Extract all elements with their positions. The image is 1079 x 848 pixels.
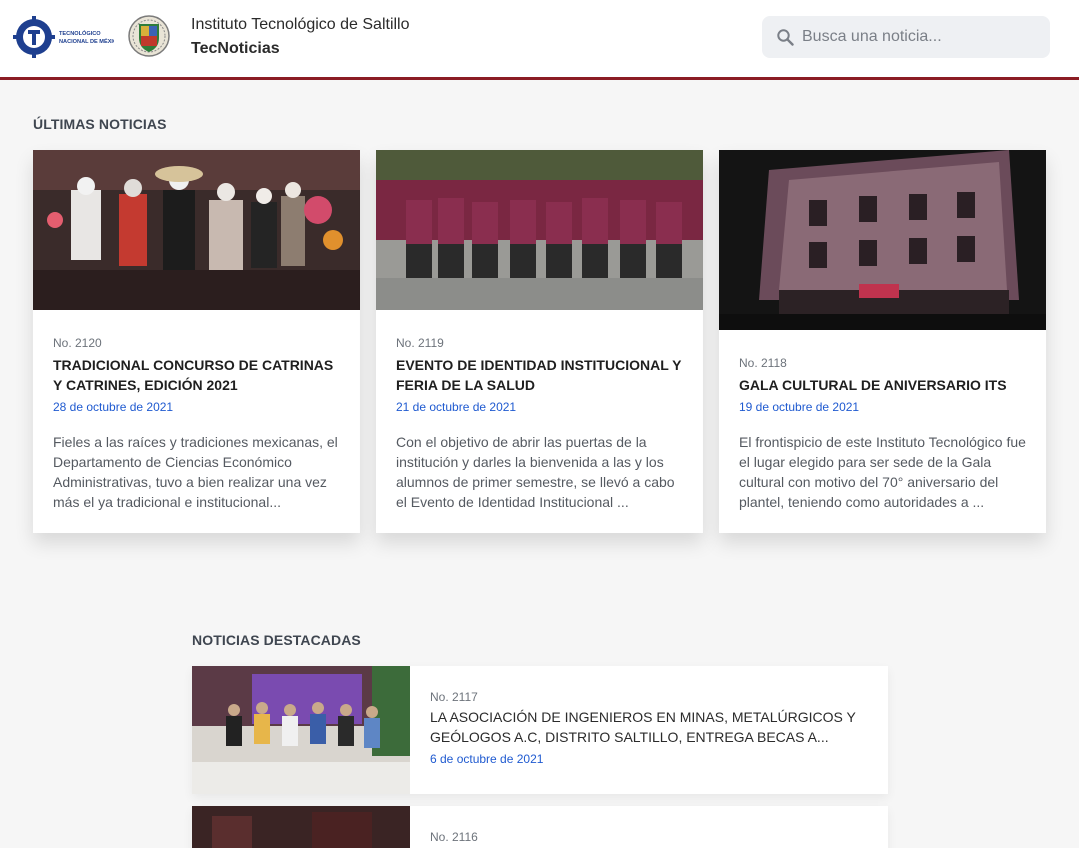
news-date: 21 de octubre de 2021: [396, 400, 517, 414]
news-date: 28 de octubre de 2021: [53, 400, 174, 414]
tecnm-logo[interactable]: TECNOLÓGICO NACIONAL DE MÉXICO: [12, 14, 114, 60]
institution-name: Instituto Tecnológico de Saltillo: [191, 16, 410, 33]
gala-cultural-photo: [719, 150, 1046, 330]
news-title[interactable]: GALA CULTURAL DE ANIVERSARIO ITS: [739, 375, 1028, 395]
site-name[interactable]: TecNoticias: [191, 40, 280, 58]
news-card-image[interactable]: [33, 150, 360, 310]
news-number: No. 2117: [430, 690, 478, 704]
its-shield-logo[interactable]: [128, 14, 170, 58]
news-number: No. 2118: [739, 356, 787, 370]
search-icon: [777, 29, 794, 46]
news-date: 19 de octubre de 2021: [739, 400, 860, 414]
news-card[interactable]: No. 2120 TRADICIONAL CONCURSO DE CATRINA…: [33, 150, 360, 533]
search-box[interactable]: [762, 16, 1050, 58]
catrinas-photo: [33, 150, 360, 310]
news-card-body: No. 2119 EVENTO DE IDENTIDAD INSTITUCION…: [396, 336, 685, 512]
news-title[interactable]: TRADICIONAL CONCURSO DE CATRINAS Y CATRI…: [53, 355, 342, 395]
news-title[interactable]: EVENTO DE IDENTIDAD INSTITUCIONAL Y FERI…: [396, 355, 685, 395]
featured-news-body: No. 2116: [430, 830, 868, 844]
news-card[interactable]: No. 2119 EVENTO DE IDENTIDAD INSTITUCION…: [376, 150, 703, 533]
news-number: No. 2116: [430, 830, 478, 844]
news-card-body: No. 2120 TRADICIONAL CONCURSO DE CATRINA…: [53, 336, 342, 512]
featured-news-item[interactable]: No. 2116: [192, 806, 888, 848]
news-excerpt: El frontispicio de este Instituto Tecnol…: [739, 434, 1026, 510]
top-header: TECNOLÓGICO NACIONAL DE MÉXICO Instituto…: [0, 0, 1079, 80]
featured-news-item[interactable]: No. 2117 LA ASOCIACIÓN DE INGENIEROS EN …: [192, 666, 888, 794]
svg-text:NACIONAL DE MÉXICO: NACIONAL DE MÉXICO: [59, 37, 114, 45]
featured-news-body: No. 2117 LA ASOCIACIÓN DE INGENIEROS EN …: [430, 690, 868, 766]
news-date: 6 de octubre de 2021: [430, 752, 544, 766]
identity-event-photo: [376, 150, 703, 310]
news-card-image[interactable]: [376, 150, 703, 310]
latest-news-heading: ÚLTIMAS NOTICIAS: [33, 116, 167, 132]
search-input[interactable]: [802, 16, 1042, 58]
featured-news-image[interactable]: [192, 806, 410, 848]
news-card-body: No. 2118 GALA CULTURAL DE ANIVERSARIO IT…: [739, 356, 1028, 512]
news-number: No. 2120: [53, 336, 102, 350]
featured-news-heading: NOTICIAS DESTACADAS: [192, 632, 361, 648]
svg-text:TECNOLÓGICO: TECNOLÓGICO: [59, 29, 101, 37]
featured-photo: [192, 806, 410, 848]
becas-photo: [192, 666, 410, 794]
featured-news-image[interactable]: [192, 666, 410, 794]
news-excerpt: Con el objetivo de abrir las puertas de …: [396, 434, 675, 510]
news-card-image[interactable]: [719, 150, 1046, 330]
news-card[interactable]: No. 2118 GALA CULTURAL DE ANIVERSARIO IT…: [719, 150, 1046, 533]
news-title[interactable]: LA ASOCIACIÓN DE INGENIEROS EN MINAS, ME…: [430, 707, 868, 747]
news-number: No. 2119: [396, 336, 444, 350]
news-excerpt: Fieles a las raíces y tradiciones mexica…: [53, 434, 338, 510]
